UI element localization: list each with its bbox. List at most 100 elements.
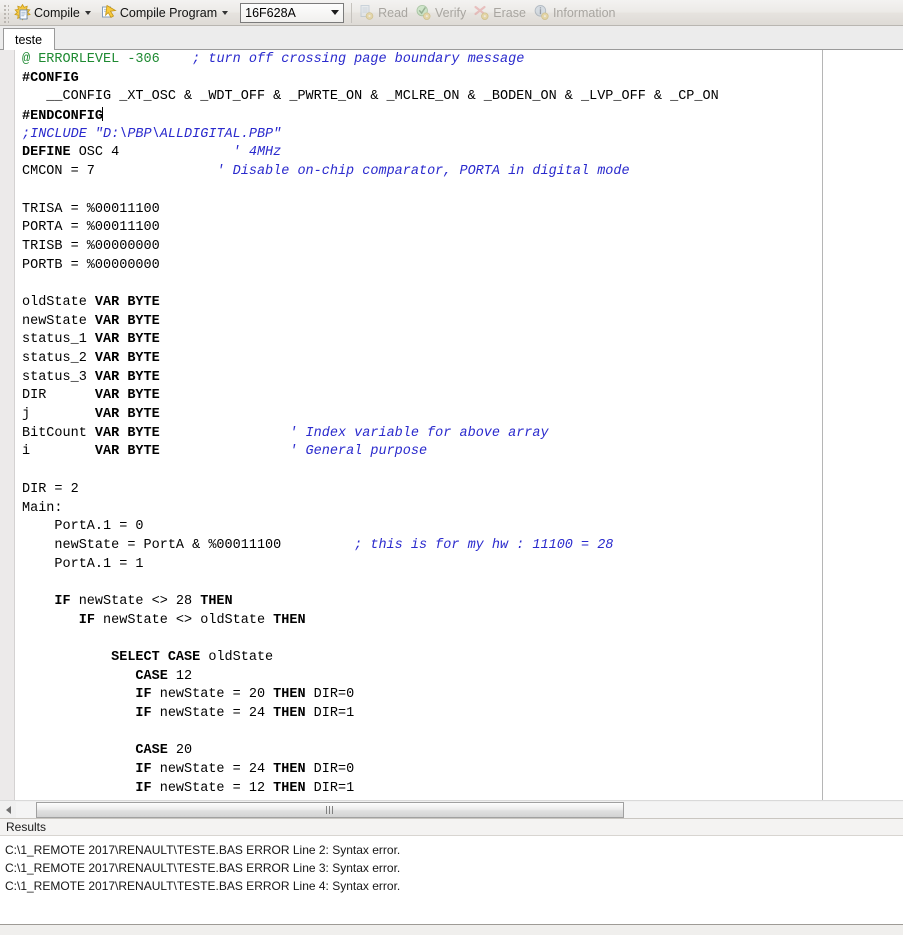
code-line: SELECT CASE oldState — [22, 649, 719, 668]
erase-button[interactable]: Erase — [470, 1, 530, 25]
code-span: newState <> oldState — [94, 612, 274, 628]
code-line: PortA.1 = 0 — [22, 518, 719, 537]
code-line: DIR VAR BYTE — [22, 387, 719, 406]
code-span: Main: — [22, 500, 63, 516]
code-text[interactable]: @ ERRORLEVEL -306 ; turn off crossing pa… — [22, 51, 719, 799]
toolbar-drag-handle[interactable] — [2, 2, 9, 23]
compile-button[interactable]: Compile — [11, 1, 97, 25]
code-keyword: VAR BYTE — [94, 388, 160, 404]
status-bar — [0, 924, 903, 935]
code-keyword: #ENDCONFIG — [22, 109, 104, 125]
editor-gutter — [0, 50, 15, 800]
chevron-down-icon[interactable] — [222, 10, 229, 15]
editor-horizontal-scrollbar[interactable] — [0, 800, 903, 818]
code-span — [22, 650, 111, 665]
code-span: OSC 4 — [70, 145, 233, 161]
code-span: __CONFIG _XT_OSC & _WDT_OFF & _PWRTE_ON … — [22, 89, 719, 105]
code-span: PORTB = %00000000 — [22, 257, 160, 273]
code-keyword: VAR BYTE — [94, 332, 160, 348]
code-comment: ' Disable on-chip comparator, PORTA in d… — [216, 164, 630, 180]
chevron-down-icon[interactable] — [84, 10, 91, 15]
code-keyword: IF — [135, 687, 152, 703]
code-span: TRISA = %00011100 — [22, 201, 160, 217]
code-line: newState VAR BYTE — [22, 313, 719, 332]
code-keyword: THEN — [273, 687, 306, 703]
code-line: TRISB = %00000000 — [22, 238, 719, 257]
triangle-left-icon[interactable] — [0, 802, 16, 818]
code-comment: ' General purpose — [289, 444, 428, 460]
code-line: PORTB = %00000000 — [22, 257, 719, 276]
read-button-label: Read — [378, 5, 409, 20]
code-line: j VAR BYTE — [22, 406, 719, 425]
code-line: Main: — [22, 500, 719, 519]
code-keyword: SELECT CASE — [111, 650, 201, 665]
code-line: IF newState = 12 THEN DIR=1 — [22, 780, 719, 799]
code-span: newState = 20 — [151, 687, 274, 703]
code-span: oldState — [200, 650, 274, 665]
code-span: status_1 — [22, 332, 95, 348]
code-span — [160, 444, 290, 459]
code-keyword: CASE — [135, 668, 168, 684]
code-keyword: #CONFIG — [22, 70, 79, 86]
code-keyword: THEN — [273, 612, 306, 628]
code-line: newState = PortA & %00011100 ; this is f… — [22, 537, 719, 556]
code-span: 12 — [167, 668, 193, 684]
verify-button-label: Verify — [435, 5, 467, 20]
code-keyword: VAR BYTE — [94, 369, 160, 385]
code-line: IF newState <> 28 THEN — [22, 593, 719, 612]
code-span: DIR=1 — [305, 780, 355, 796]
code-span: DIR = 2 — [22, 481, 79, 497]
scrollbar-track[interactable] — [16, 801, 903, 818]
erase-button-label: Erase — [493, 5, 526, 20]
code-span: TRISB = %00000000 — [22, 238, 160, 254]
code-span: BitCount — [22, 425, 95, 441]
text-caret — [102, 107, 104, 122]
code-line: status_3 VAR BYTE — [22, 369, 719, 388]
compile-program-button[interactable]: Compile Program — [97, 1, 234, 25]
chevron-down-icon[interactable] — [326, 4, 343, 22]
code-span — [22, 594, 54, 609]
code-span: newState — [22, 313, 95, 329]
code-line: CASE 20 — [22, 742, 719, 761]
tab-teste[interactable]: teste — [3, 28, 56, 50]
code-keyword: VAR BYTE — [94, 351, 160, 366]
erase-brush-icon — [473, 4, 490, 21]
results-list[interactable]: C:\1_REMOTE 2017\RENAULT\TESTE.BAS ERROR… — [0, 837, 903, 917]
code-span — [160, 426, 290, 441]
code-keyword: VAR BYTE — [94, 444, 160, 460]
code-keyword: DEFINE — [22, 145, 71, 161]
code-span: status_3 — [22, 369, 95, 385]
result-row[interactable]: C:\1_REMOTE 2017\RENAULT\TESTE.BAS ERROR… — [5, 841, 903, 859]
result-row[interactable]: C:\1_REMOTE 2017\RENAULT\TESTE.BAS ERROR… — [5, 877, 903, 895]
result-row[interactable]: C:\1_REMOTE 2017\RENAULT\TESTE.BAS ERROR… — [5, 859, 903, 877]
code-span — [160, 52, 192, 67]
compile-burst-icon — [14, 4, 31, 21]
code-line: TRISA = %00011100 — [22, 201, 719, 220]
code-editor[interactable]: @ ERRORLEVEL -306 ; turn off crossing pa… — [0, 50, 903, 800]
read-page-icon — [358, 4, 375, 21]
code-line: __CONFIG _XT_OSC & _WDT_OFF & _PWRTE_ON … — [22, 88, 719, 107]
code-span: oldState — [22, 294, 95, 310]
information-icon — [533, 4, 550, 21]
read-button[interactable]: Read — [355, 1, 412, 25]
code-line: ;INCLUDE "D:\PBP\ALLDIGITAL.PBP" — [22, 126, 719, 145]
verify-button[interactable]: Verify — [412, 1, 470, 25]
editor-tab-strip: teste — [0, 26, 903, 50]
code-span — [22, 613, 79, 628]
code-span: newState = 24 — [151, 706, 274, 722]
code-line: CMCON = 7 ' Disable on-chip comparator, … — [22, 163, 719, 182]
scrollbar-thumb[interactable] — [36, 801, 624, 818]
information-button[interactable]: Information — [530, 1, 620, 25]
code-line: DEFINE OSC 4 ' 4MHz — [22, 144, 719, 163]
code-line: PortA.1 = 1 — [22, 556, 719, 575]
code-line: status_1 VAR BYTE — [22, 331, 719, 350]
code-directive: @ ERRORLEVEL -306 — [22, 52, 160, 67]
code-span: newState = 24 — [151, 762, 274, 778]
code-span: newState = 12 — [151, 780, 274, 796]
code-comment: ;INCLUDE "D:\PBP\ALLDIGITAL.PBP" — [22, 126, 282, 142]
device-select[interactable]: 16F628A — [240, 2, 345, 23]
